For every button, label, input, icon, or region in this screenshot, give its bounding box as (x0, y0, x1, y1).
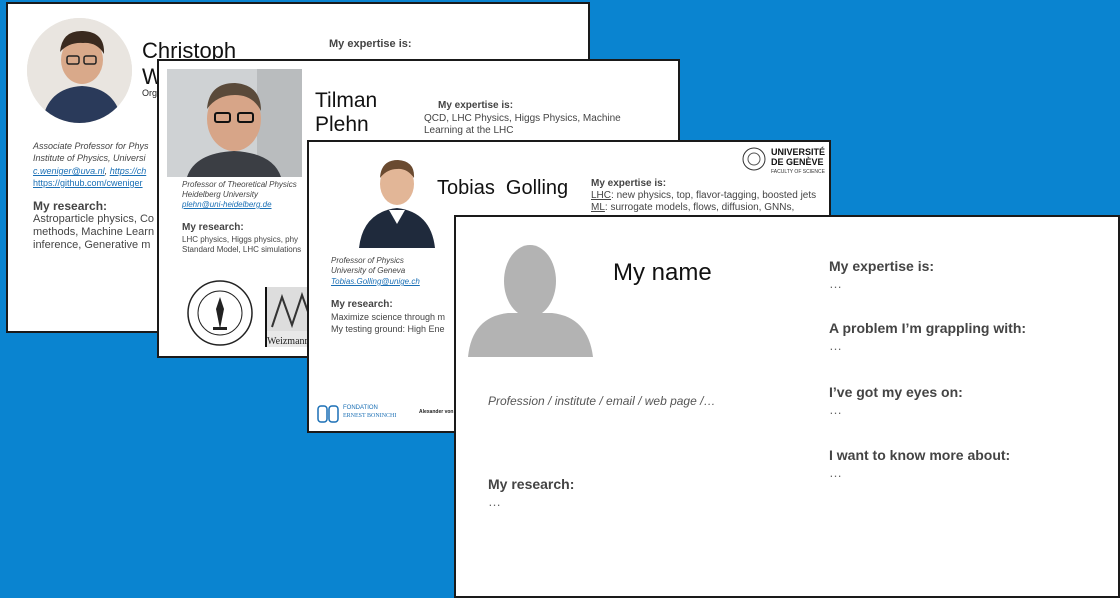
email-link[interactable]: plehn@uni-heidelberg.de (182, 200, 272, 209)
github-link[interactable]: https://github.com/cweniger (33, 178, 143, 188)
lhc-text: : new physics, top, flavor-tagging, boos… (611, 190, 817, 201)
ml-tag: ML (591, 202, 605, 213)
know-more-heading: I want to know more about: (829, 447, 1011, 463)
expertise-heading: My expertise is: (329, 38, 412, 50)
research-line-2: Standard Model, LHC simulations (182, 245, 302, 254)
profile-photo-christoph (27, 18, 132, 123)
lhc-tag: LHC (591, 190, 612, 201)
email-link[interactable]: c.weniger@uva.nl (33, 166, 105, 176)
unige-line-1: UNIVERSITÉ (771, 147, 826, 157)
research-line-1: LHC physics, Higgs physics, phy (182, 235, 299, 244)
institute-text: Institute of Physics, Universi (33, 153, 146, 163)
ml-text: : surrogate models, flows, diffusion, GN… (604, 202, 795, 213)
contact-line: c.weniger@uva.nl, https://ch (33, 166, 146, 176)
person-name: Tobias Golling (437, 177, 569, 199)
research-value: … (488, 494, 501, 509)
expertise-value: … (829, 276, 842, 291)
profession-placeholder: Profession / institute / email / web pag… (488, 394, 716, 408)
expertise-line-2: ML: surrogate models, flows, diffusion, … (591, 202, 794, 213)
email-link[interactable]: Tobias.Golling@unige.ch (331, 277, 420, 286)
slide-template[interactable]: My name Profession / institute / email /… (454, 215, 1120, 598)
research-line-3: inference, Generative m (33, 239, 151, 251)
research-line-1: Maximize science through m (331, 312, 446, 322)
research-line-2: methods, Machine Learn (33, 226, 155, 238)
unige-line-2: DE GENÈVE (771, 157, 824, 167)
unige-logo: UNIVERSITÉ DE GENÈVE FACULTY OF SCIENCE (742, 145, 829, 177)
expertise-line-2: Learning at the LHC (424, 125, 514, 136)
expertise-heading: My expertise is: (438, 100, 514, 111)
position-text: Professor of Physics (331, 256, 404, 265)
research-heading: My research: (182, 222, 244, 233)
avatar-placeholder-icon (468, 241, 593, 357)
profile-photo-tobias (353, 148, 441, 248)
institute-text: Heidelberg University (182, 190, 259, 199)
boninchi-line-1: FONDATION (343, 405, 378, 411)
know-more-value: … (829, 465, 842, 480)
expertise-heading: My expertise is: (591, 178, 667, 189)
expertise-line-1: LHC: new physics, top, flavor-tagging, b… (591, 190, 816, 201)
name-placeholder: My name (613, 259, 712, 286)
boninchi-logo: FONDATION ERNEST BONINCHI (317, 404, 407, 426)
web-link[interactable]: https://ch (110, 166, 147, 176)
caltech-seal-logo (186, 279, 254, 347)
problem-value: … (829, 338, 842, 353)
eyes-on-value: … (829, 402, 842, 417)
research-line-2: My testing ground: High Ene (331, 324, 445, 334)
expertise-heading: My expertise is: (829, 258, 935, 274)
name-line-1: Tilman (315, 89, 378, 112)
research-line-1: Astroparticle physics, Co (33, 213, 155, 225)
profile-photo-tilman (167, 69, 302, 177)
unige-line-3: FACULTY OF SCIENCE (771, 169, 825, 175)
research-heading: My research: (488, 476, 575, 492)
institute-text: University of Geneva (331, 266, 406, 275)
eyes-on-heading: I’ve got my eyes on: (829, 384, 963, 400)
boninchi-line-2: ERNEST BONINCHI (343, 413, 397, 419)
footer-text: Alexander von H (419, 409, 459, 415)
research-heading: My research: (331, 299, 393, 310)
research-heading: My research: (33, 199, 108, 213)
problem-heading: A problem I’m grappling with: (829, 320, 1027, 336)
position-text: Professor of Theoretical Physics (182, 180, 297, 189)
name-line-2: Plehn (315, 113, 369, 136)
expertise-line-1: QCD, LHC Physics, Higgs Physics, Machine (424, 113, 621, 124)
position-text: Associate Professor for Phys (33, 141, 149, 151)
org-label: Org (142, 88, 158, 98)
